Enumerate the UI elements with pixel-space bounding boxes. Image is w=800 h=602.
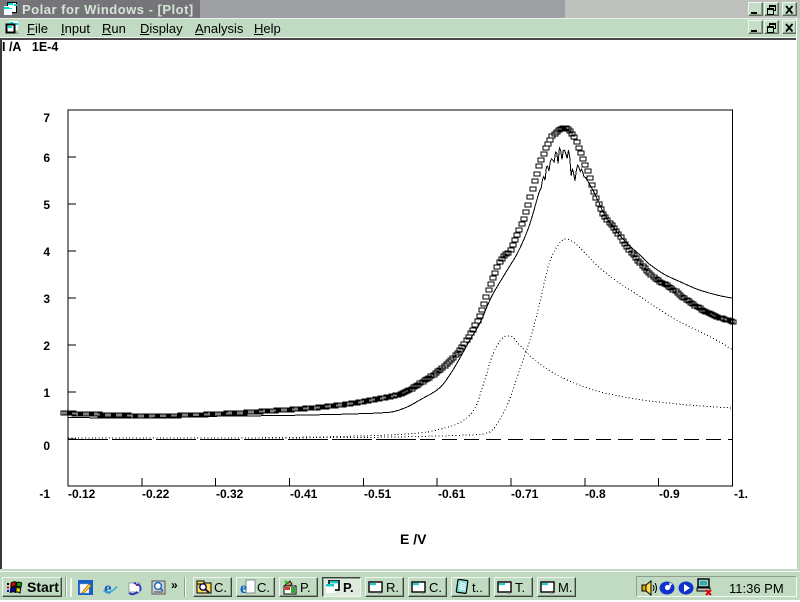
svg-text:e: e — [104, 580, 112, 596]
svg-text:e: e — [240, 580, 247, 596]
